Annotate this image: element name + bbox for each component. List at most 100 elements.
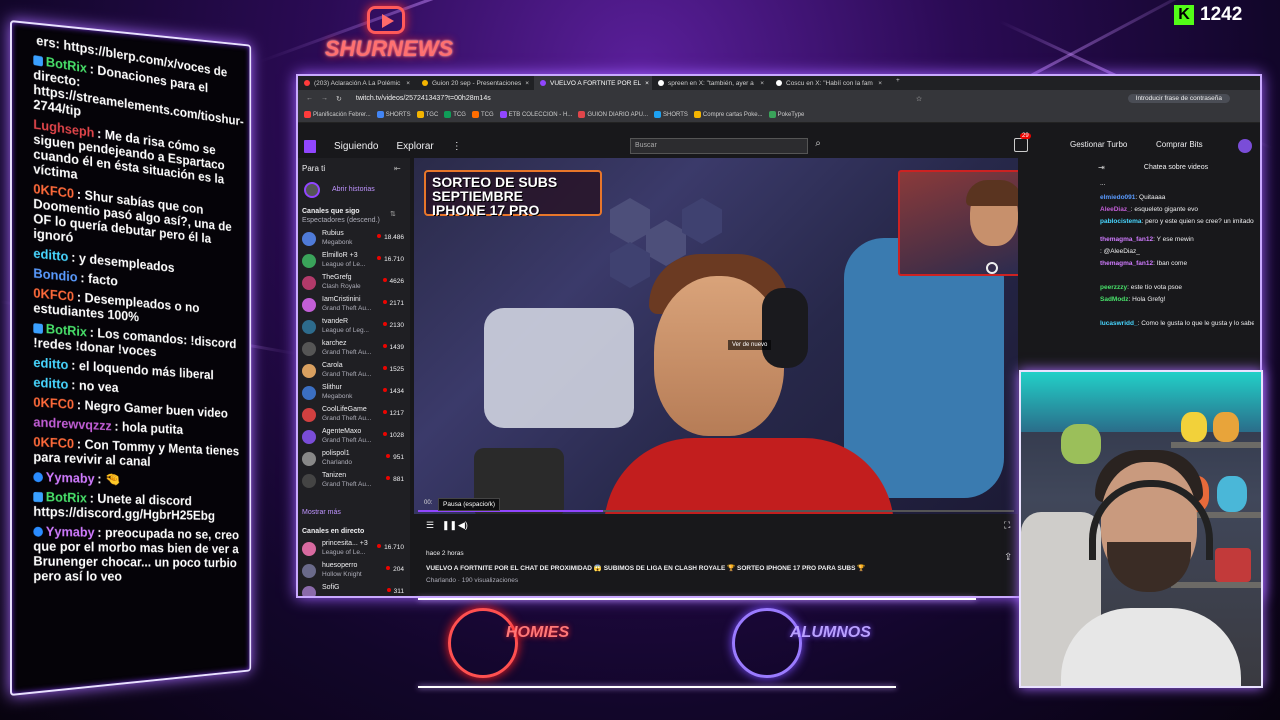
sort-icon[interactable]: ⇅ (390, 210, 396, 218)
channel-game: Megabonk (322, 239, 353, 246)
bookmark-icon (416, 111, 424, 118)
bookmark-icon (499, 111, 507, 118)
reload-icon[interactable]: ↻ (336, 95, 342, 103)
search-input[interactable]: Buscar (630, 138, 808, 154)
chat-username: elmiedo091 (1100, 194, 1136, 201)
channel-avatar (302, 298, 316, 312)
chat-username: editto (33, 354, 69, 373)
sidebar-channel[interactable]: Tanizen Grand Theft Au... 881 (302, 472, 406, 492)
bookmark[interactable]: SHORTS (376, 111, 411, 118)
alumnos-logo-icon (732, 608, 802, 678)
show-more-link[interactable]: Mostrar más (302, 509, 341, 516)
chat-line: peerzzzy: este tío vota psoe (1100, 284, 1254, 291)
sidebar-channel[interactable]: CoolLifeGame Grand Theft Au... 1217 (302, 406, 406, 426)
channel-game: Grand Theft Au... (322, 437, 372, 444)
bookmark[interactable]: PokeType (768, 111, 804, 118)
chat-username: themagma_fan12 (1100, 260, 1154, 267)
bookmark[interactable]: Compre cartas Poke... (693, 111, 763, 118)
collapse-icon[interactable]: ⇤ (394, 164, 401, 173)
bookmark-icon (578, 111, 586, 118)
sidebar-channel[interactable]: Slithur Megabonk 1434 (302, 384, 406, 404)
tab-favicon-icon (658, 80, 664, 86)
sidebar-channel[interactable]: IamCristinini Grand Theft Au... 2171 (302, 296, 406, 316)
channel-avatar (302, 386, 316, 400)
kick-icon: K (1174, 5, 1194, 25)
sidebar-channel[interactable]: huesoperro Hollow Knight 204 (302, 562, 406, 582)
back-icon[interactable]: ← (306, 95, 313, 102)
twitch-logo-icon[interactable] (304, 139, 316, 153)
passphrase-button[interactable]: Introducir frase de contraseña (1127, 94, 1230, 103)
sidebar-channel[interactable]: TheGrefg Clash Royale 4626 (302, 274, 406, 294)
channel-game: Grand Theft Au... (322, 305, 372, 312)
url-field[interactable]: twitch.tv/videos/2572413437?t=00h28m14s (356, 95, 916, 102)
bookmark[interactable]: ETB COLECCION - H... (499, 111, 572, 118)
browser-tab[interactable]: VUELVO A FORTNITE POR EL × (534, 76, 652, 90)
sidebar-channel[interactable]: tvandeR League of Leg... 2130 (302, 318, 406, 338)
kick-count: 1242 (1200, 4, 1243, 25)
chat-line: pablocistema: pero y este quien se cree?… (1100, 218, 1254, 225)
bookmarks-bar: Planificación Febrer... SHORTS TGC TCG TCG ET… (298, 107, 1260, 123)
browser-tab[interactable]: spreen en X: "también, ayer a × (652, 76, 770, 90)
video-player[interactable]: SORTEO DE SUBS SEPTIEMBRE IPHONE 17 PRO … (414, 158, 1018, 514)
inbox-icon[interactable] (1014, 138, 1028, 152)
sidebar-channel[interactable]: karchez Grand Theft Au... 1439 (302, 340, 406, 360)
streamer-webcam (1019, 370, 1263, 688)
sidebar-channel[interactable]: SofiG 311 (302, 584, 406, 596)
volume-icon[interactable]: ◀) (458, 520, 468, 531)
story-avatar[interactable] (304, 182, 320, 198)
tab-favicon-icon (540, 80, 546, 86)
browser-tab[interactable]: Coscu en X: "Habíí con la fam × (770, 76, 888, 90)
channel-avatar (302, 232, 316, 246)
nav-browse[interactable]: Explorar (396, 141, 433, 152)
watch-again-tooltip: Ver de nuevo (728, 340, 772, 350)
chat-username: editto (33, 245, 69, 265)
browser-tab[interactable]: Guion 20 sep - Presentaciones × (416, 76, 534, 90)
channel-name: SofiG (322, 584, 340, 591)
more-icon[interactable]: ⋮ (452, 141, 462, 152)
browser-tab[interactable]: (203) Aclaración A La Polémic × (298, 76, 416, 90)
star-icon[interactable]: ☆ (916, 95, 922, 103)
bookmark-label: Planificación Febrer... (313, 111, 371, 118)
new-tab-icon[interactable]: + (888, 76, 908, 90)
buy-bits-button[interactable]: Comprar Bits (1156, 140, 1203, 149)
bookmark[interactable]: TCG (471, 111, 494, 118)
chat-text: : este tío vota psoe (1127, 284, 1183, 291)
tab-close-icon[interactable]: × (406, 80, 410, 87)
tab-close-icon[interactable]: × (878, 80, 882, 87)
chat-text: : Y ese mewin (1153, 236, 1194, 243)
tab-close-icon[interactable]: × (760, 80, 764, 87)
neon-divider (418, 686, 896, 688)
bookmark[interactable]: TGC (416, 111, 438, 118)
sidebar-channel[interactable]: AgenteMaxo Grand Theft Au... 1028 (302, 428, 406, 448)
search-icon[interactable]: ⌕ (810, 138, 826, 154)
turbo-button[interactable]: Gestionar Turbo (1070, 140, 1127, 149)
twitch-chat: ⇥ Chatea sobre videos ... elmiedo091: Qui… (1092, 158, 1260, 368)
tab-close-icon[interactable]: × (645, 80, 649, 87)
channel-avatar (302, 542, 316, 556)
pause-icon[interactable]: ❚❚ (442, 520, 457, 531)
bookmark[interactable]: TCG (444, 111, 466, 118)
chat-message: BotRix: Unete al discord https://discord… (33, 489, 242, 524)
share-icon[interactable]: ⇪ (1004, 552, 1012, 563)
forward-icon[interactable]: → (321, 95, 328, 102)
chat-username: Yymaby (45, 523, 95, 540)
sidebar-channel[interactable]: Rubius Megabonk 18.486 (302, 230, 406, 250)
bookmark[interactable]: Planificación Febrer... (304, 111, 371, 118)
tab-close-icon[interactable]: × (525, 80, 529, 87)
avatar[interactable] (1238, 139, 1252, 153)
open-stories-link[interactable]: Abrir historias (332, 186, 375, 193)
sidebar-channel[interactable]: Carola Grand Theft Au... 1525 (302, 362, 406, 382)
pause-tooltip: Pausa (espacio/k) (438, 498, 501, 511)
sidebar-channel[interactable]: princesita... +3 League of Le... 16.710 (302, 540, 406, 560)
fullscreen-icon[interactable]: ⛶ (1004, 520, 1010, 531)
bookmark[interactable]: GUION DIARIO APU... (578, 111, 648, 118)
nav-following[interactable]: Siguiendo (334, 141, 378, 152)
sidebar-channel[interactable]: ElmilloR +3 League of Le... 16.710 (302, 252, 406, 272)
tab-favicon-icon (304, 80, 310, 86)
chat-username: peerzzzy (1100, 284, 1128, 291)
address-bar: ← → ↻ twitch.tv/videos/2572413437?t=00h2… (298, 90, 1260, 107)
sidebar-channel[interactable]: polispol1 Charlando 951 (302, 450, 406, 470)
chat-username: andrewvqzzz (33, 414, 112, 434)
bookmark[interactable]: SHORTS (654, 111, 688, 118)
chapters-icon[interactable]: ☰ (426, 520, 434, 531)
